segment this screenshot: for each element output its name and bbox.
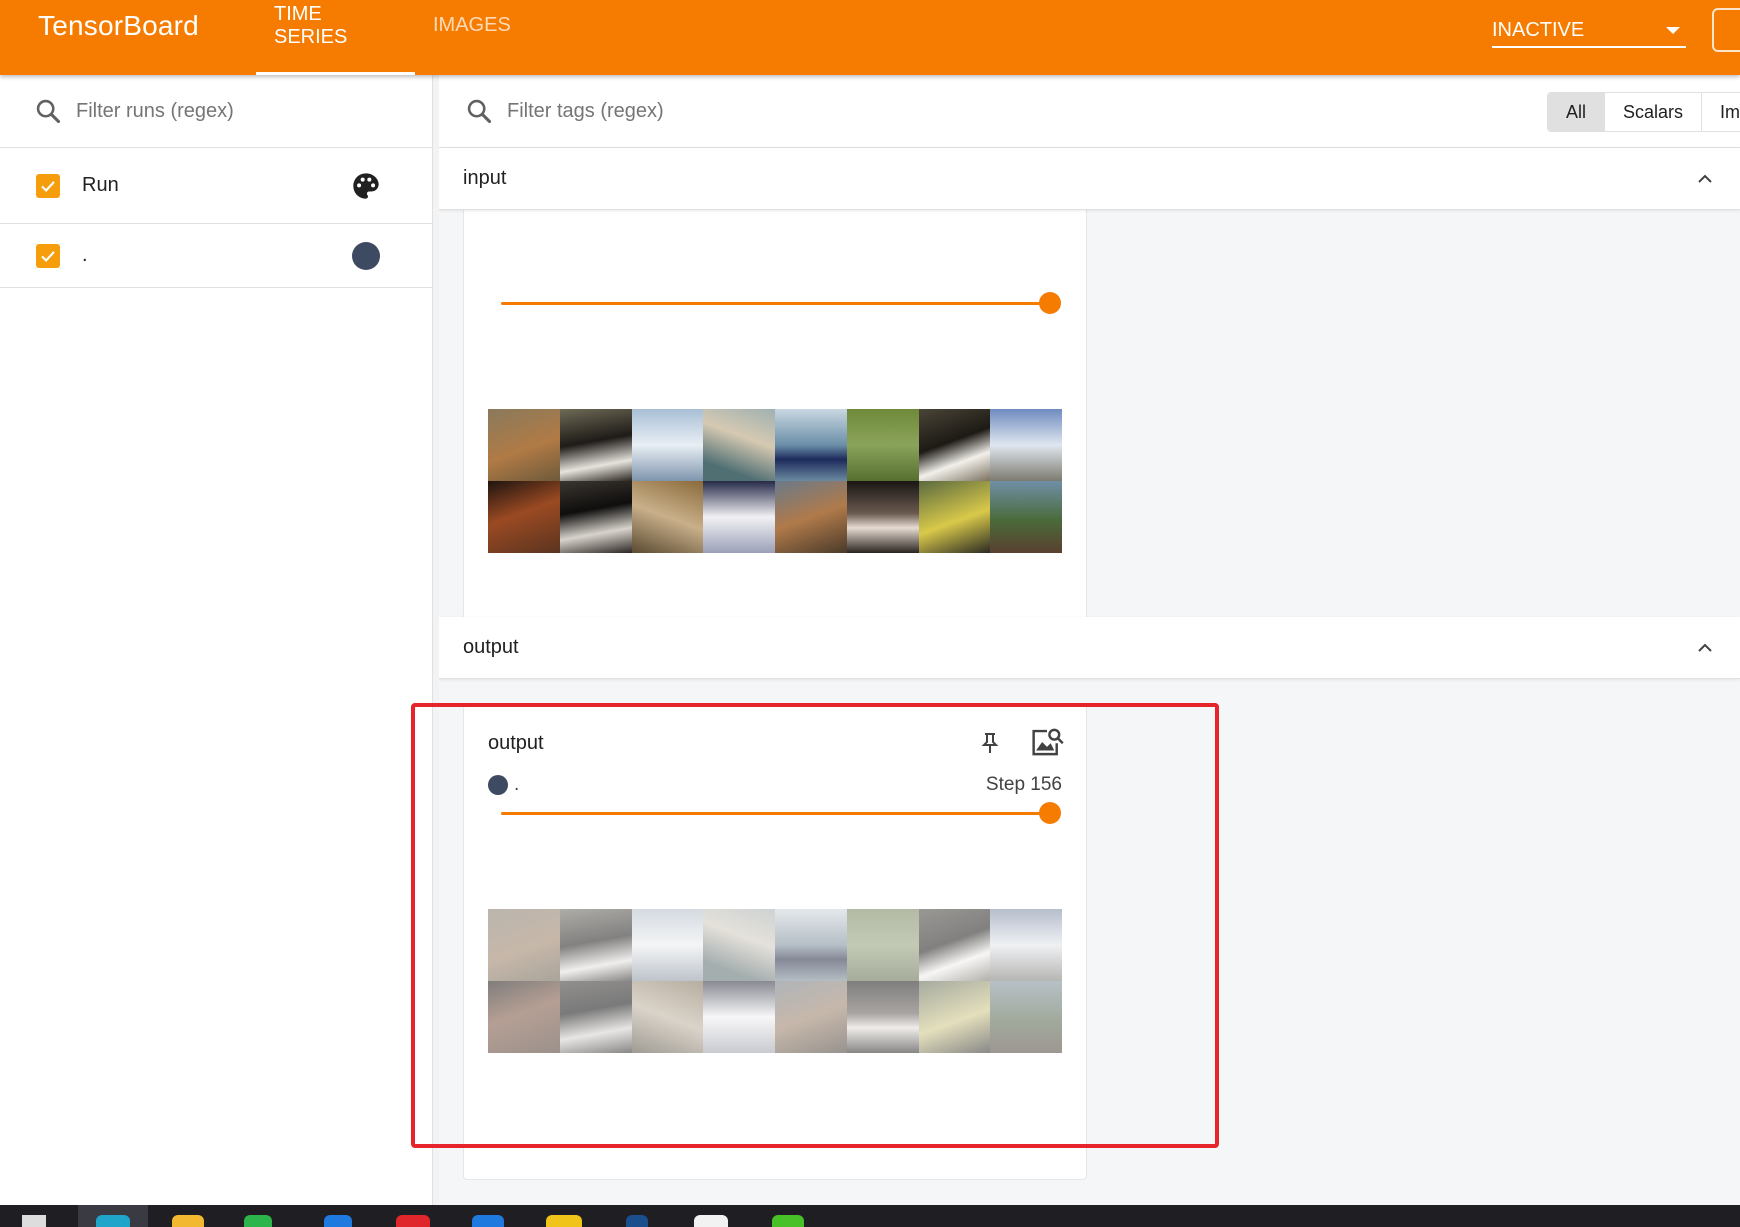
chevron-up-icon[interactable]	[1696, 170, 1714, 188]
image-thumbnail	[846, 409, 919, 481]
start-icon[interactable]	[22, 1215, 46, 1227]
header-action-button[interactable]	[1712, 8, 1740, 52]
run-checkbox[interactable]	[36, 173, 60, 198]
image-thumbnail	[703, 409, 775, 481]
image-thumbnail	[631, 409, 704, 481]
image-thumbnail	[918, 981, 991, 1053]
search-icon	[36, 99, 61, 124]
filter-images-button[interactable]: Im	[1702, 93, 1740, 131]
runs-sidebar: Run .	[0, 75, 433, 1205]
app-icon[interactable]	[472, 1215, 504, 1227]
app-title: TensorBoard	[38, 9, 199, 41]
runs-filter	[0, 75, 432, 148]
dropdown-arrow-icon	[1666, 26, 1680, 34]
top-app-bar: TensorBoard TIME SERIES IMAGES INACTIVE	[0, 0, 1740, 75]
app-icon[interactable]	[694, 1215, 728, 1227]
image-thumbnail	[775, 909, 847, 981]
image-thumbnail	[488, 409, 560, 481]
image-thumbnail	[559, 981, 632, 1053]
search-icon	[467, 99, 492, 124]
run-label: .	[514, 774, 520, 795]
image-grid[interactable]	[488, 909, 1062, 1053]
checkmark-icon	[41, 250, 55, 262]
chevron-up-icon[interactable]	[1696, 639, 1714, 657]
image-thumbnail	[846, 909, 919, 981]
image-card-output: output . Step 156	[463, 705, 1087, 1180]
image-thumbnail	[631, 909, 704, 981]
filter-scalars-button[interactable]: Scalars	[1605, 93, 1703, 131]
os-taskbar	[0, 1205, 1740, 1227]
step-slider-thumb[interactable]	[1039, 802, 1061, 824]
group-name: output	[463, 636, 519, 658]
plugin-select[interactable]: INACTIVE	[1492, 14, 1686, 48]
image-thumbnail	[559, 409, 632, 481]
image-thumbnail	[775, 481, 847, 553]
checkmark-icon	[41, 180, 55, 192]
image-grid[interactable]	[488, 409, 1062, 553]
image-thumbnail	[918, 481, 991, 553]
step-slider-thumb[interactable]	[1039, 292, 1061, 314]
chat-icon[interactable]	[244, 1215, 272, 1227]
card-title: output	[488, 732, 544, 754]
tab-images[interactable]: IMAGES	[415, 0, 529, 75]
image-card-input	[463, 195, 1087, 666]
tab-time-series[interactable]: TIME SERIES	[256, 0, 415, 75]
group-header-input[interactable]: input	[439, 148, 1740, 210]
image-thumbnail	[488, 481, 560, 553]
image-thumbnail	[703, 981, 775, 1053]
image-thumbnail	[990, 909, 1062, 981]
image-thumbnail	[918, 909, 991, 981]
app-icon[interactable]	[546, 1215, 582, 1227]
image-thumbnail	[846, 981, 919, 1053]
app-icon[interactable]	[324, 1215, 352, 1227]
pin-icon[interactable]	[978, 730, 1002, 756]
run-row[interactable]: .	[0, 224, 432, 288]
plugin-select-value: INACTIVE	[1492, 18, 1585, 41]
image-thumbnail	[990, 981, 1062, 1053]
step-slider-track[interactable]	[501, 812, 1051, 815]
image-thumbnail	[703, 481, 775, 553]
browser-logo-icon	[96, 1215, 130, 1227]
app-icon[interactable]	[396, 1215, 430, 1227]
filter-all-button[interactable]: All	[1548, 93, 1606, 131]
group-name: input	[463, 167, 507, 189]
runs-filter-input[interactable]	[76, 99, 376, 123]
app-icon[interactable]	[626, 1215, 648, 1227]
image-thumbnail	[631, 481, 704, 553]
step-label: Step 156	[985, 774, 1062, 795]
image-thumbnail	[990, 481, 1062, 553]
image-thumbnail	[775, 409, 847, 481]
image-thumbnail	[703, 909, 775, 981]
run-label: Run	[82, 174, 119, 196]
image-thumbnail	[488, 909, 560, 981]
tag-filter-bar: All Scalars Im	[439, 75, 1740, 148]
group-header-output[interactable]: output	[439, 617, 1740, 679]
step-slider-track[interactable]	[501, 302, 1051, 305]
image-thumbnail	[990, 409, 1062, 481]
run-row[interactable]: Run	[0, 148, 432, 224]
run-color-dot	[488, 775, 508, 795]
folder-icon[interactable]	[172, 1215, 204, 1227]
image-thumbnail	[918, 409, 991, 481]
image-thumbnail	[488, 981, 560, 1053]
run-checkbox[interactable]	[36, 243, 60, 268]
card-type-toggle: All Scalars Im	[1547, 92, 1740, 132]
image-thumbnail	[631, 981, 704, 1053]
image-thumbnail	[846, 481, 919, 553]
image-thumbnail	[559, 481, 632, 553]
tags-filter-input[interactable]	[507, 99, 807, 123]
image-search-icon[interactable]	[1030, 726, 1064, 758]
image-thumbnail	[775, 981, 847, 1053]
app-icon[interactable]	[772, 1215, 804, 1227]
image-thumbnail	[559, 909, 632, 981]
main-panel: All Scalars Im input output output	[439, 75, 1740, 1205]
run-color-swatch[interactable]	[352, 241, 380, 270]
palette-icon[interactable]	[350, 170, 382, 202]
run-label: .	[82, 244, 88, 266]
